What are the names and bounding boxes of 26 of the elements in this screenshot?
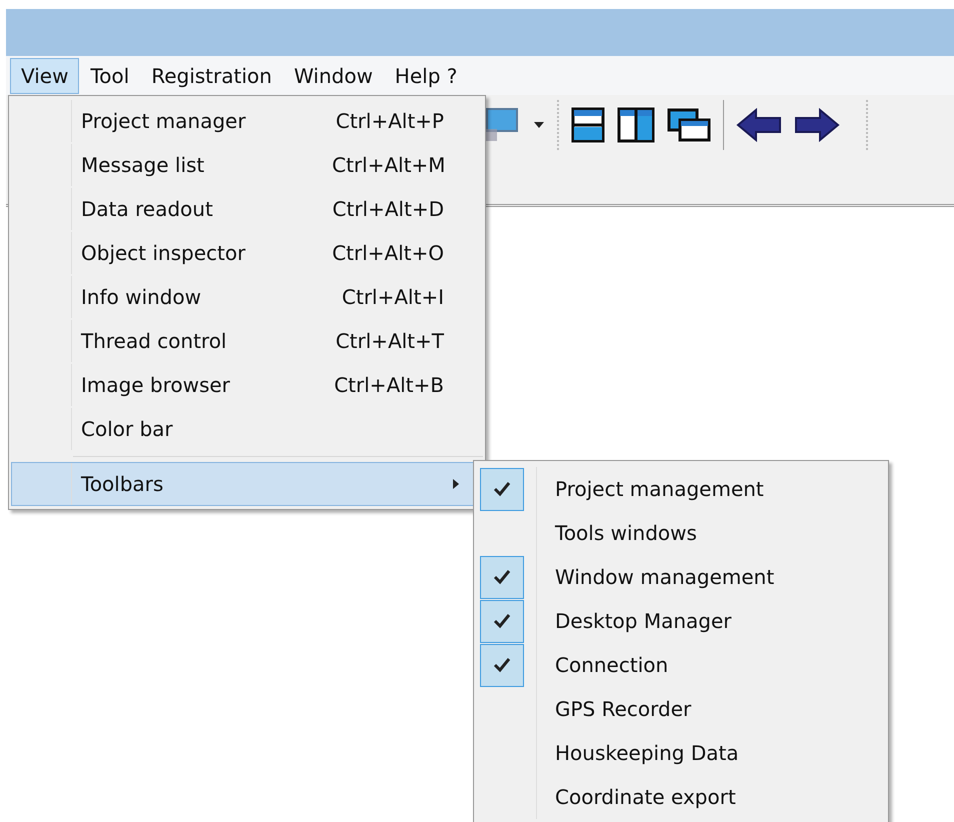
menu-item[interactable]: Window management bbox=[478, 555, 884, 599]
split-vertical-icon[interactable] bbox=[617, 107, 655, 143]
menu-item[interactable]: View bbox=[10, 58, 80, 94]
menu-item[interactable]: Color bar bbox=[11, 407, 483, 451]
menu-item[interactable]: Desktop Manager bbox=[478, 599, 884, 643]
menu-item[interactable]: Houskeeping Data bbox=[478, 731, 884, 775]
menu-item[interactable]: Data readout Ctrl+Alt+D bbox=[11, 187, 483, 231]
menu-item[interactable]: Tool bbox=[79, 58, 140, 94]
menu-item[interactable]: Info window Ctrl+Alt+I bbox=[11, 275, 483, 319]
menu-item[interactable]: Coordinate export bbox=[478, 775, 884, 819]
submenu-arrow-icon bbox=[452, 478, 460, 490]
menu-item[interactable]: GPS Recorder bbox=[478, 687, 884, 731]
menu-item[interactable]: Help ? bbox=[384, 58, 468, 94]
menu-item[interactable]: Object inspector Ctrl+Alt+O bbox=[11, 231, 483, 275]
menu-item[interactable]: Window bbox=[282, 58, 384, 94]
menu-item[interactable]: Thread control Ctrl+Alt+T bbox=[11, 319, 483, 363]
forward-arrow-icon[interactable] bbox=[794, 108, 840, 142]
menu-item[interactable]: Registration bbox=[140, 58, 283, 94]
menu-item[interactable]: Image browser Ctrl+Alt+B bbox=[11, 363, 483, 407]
caret-icon[interactable] bbox=[533, 121, 545, 129]
menu-item[interactable]: Connection bbox=[478, 643, 884, 687]
menu-item[interactable]: Tools windows bbox=[478, 511, 884, 555]
menu-item[interactable]: Message list Ctrl+Alt+M bbox=[11, 143, 483, 187]
split-horizontal-icon[interactable] bbox=[571, 107, 605, 143]
cascade-windows-icon[interactable] bbox=[667, 108, 711, 142]
back-arrow-icon[interactable] bbox=[736, 108, 782, 142]
